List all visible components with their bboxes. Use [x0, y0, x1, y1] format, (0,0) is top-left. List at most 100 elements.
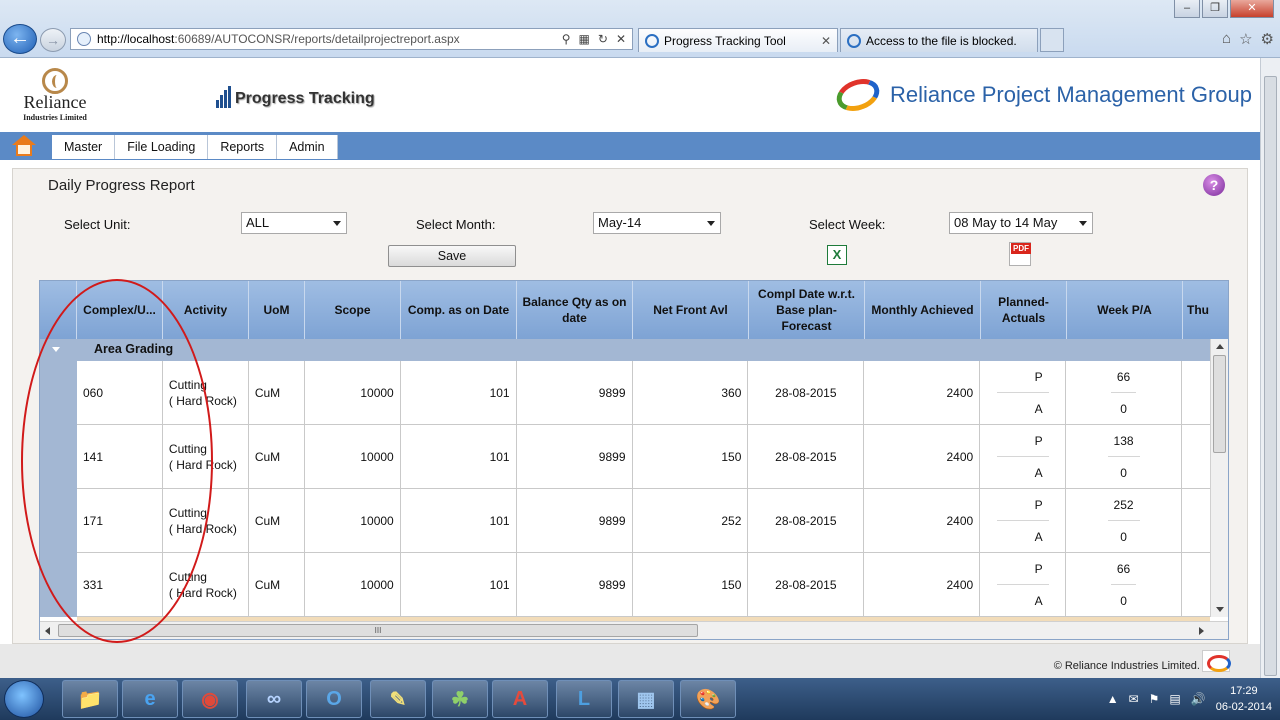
- cell-planned-actuals: P A: [980, 361, 1067, 424]
- show-hidden-icons[interactable]: ▲: [1107, 692, 1119, 706]
- menu-item-reports[interactable]: Reports: [208, 135, 278, 159]
- table-row[interactable]: 060 Cutting ( Hard Rock) CuM 10000 101 9…: [77, 361, 1210, 425]
- unit-select[interactable]: ALL: [241, 212, 347, 234]
- month-select-value: May-14: [598, 215, 642, 230]
- group-row[interactable]: Area Grading: [40, 339, 1210, 361]
- search-icon[interactable]: ⚲: [562, 32, 571, 46]
- cell-scope: 10000: [305, 553, 401, 616]
- scroll-down-icon[interactable]: [1216, 607, 1224, 612]
- scroll-thumb[interactable]: [1264, 76, 1277, 676]
- new-tab-button[interactable]: [1040, 28, 1064, 52]
- acrobat-icon[interactable]: A: [492, 680, 548, 718]
- page-vertical-scrollbar[interactable]: [1260, 58, 1280, 678]
- column-header[interactable]: Complex/U...: [77, 281, 163, 339]
- close-tab-icon[interactable]: ✕: [821, 34, 831, 48]
- table-row[interactable]: 171 Cutting ( Hard Rock) CuM 10000 101 9…: [77, 489, 1210, 553]
- group-indent: [40, 361, 77, 617]
- tab-progress-tracking[interactable]: Progress Tracking Tool ✕: [638, 28, 838, 52]
- forward-button[interactable]: →: [40, 28, 66, 52]
- help-icon[interactable]: ?: [1203, 174, 1225, 196]
- grid-horizontal-scrollbar[interactable]: III: [40, 621, 1228, 639]
- close-window-button[interactable]: ✕: [1230, 0, 1274, 18]
- column-header[interactable]: Compl Date w.r.t. Base plan-Forecast: [749, 281, 865, 339]
- frog-app-icon[interactable]: ☘: [432, 680, 488, 718]
- cell-comp: 101: [401, 489, 517, 552]
- grid-body: 060 Cutting ( Hard Rock) CuM 10000 101 9…: [40, 361, 1210, 617]
- column-header[interactable]: Monthly Achieved: [865, 281, 981, 339]
- cell-comp: 101: [401, 361, 517, 424]
- settings-gear-icon[interactable]: ⚙: [1261, 30, 1274, 48]
- chrome-icon[interactable]: ◉: [182, 680, 238, 718]
- outlook-tray-icon[interactable]: ✉: [1129, 692, 1139, 706]
- back-button[interactable]: ←: [3, 24, 37, 54]
- save-button[interactable]: Save: [388, 245, 516, 267]
- volume-icon[interactable]: 🔊: [1191, 692, 1206, 706]
- scroll-left-icon[interactable]: [45, 627, 50, 635]
- brand-text: Reliance Project Management Group: [890, 82, 1252, 107]
- scroll-right-icon[interactable]: [1199, 627, 1204, 635]
- reliance-logo-mark: [42, 68, 68, 94]
- menu-item-admin[interactable]: Admin: [277, 135, 338, 159]
- tab-label: Progress Tracking Tool: [664, 33, 786, 48]
- cell-planned-actuals: P A: [980, 553, 1067, 616]
- chart-app-icon[interactable]: ✎: [370, 680, 426, 718]
- windows-taskbar: 📁 e ◉ ∞ O ✎ ☘ A L ▦ 🎨 ▲ ✉ ⚑ ▤ 🔊 17:29 06…: [0, 678, 1280, 720]
- home-icon[interactable]: [12, 135, 36, 157]
- month-select[interactable]: May-14: [593, 212, 721, 234]
- cell-complex: 171: [77, 489, 163, 552]
- excel-export-icon[interactable]: X: [827, 245, 847, 265]
- report-panel: Daily Progress Report ? Select Unit: ALL…: [12, 168, 1248, 644]
- week-select[interactable]: 08 May to 14 May: [949, 212, 1093, 234]
- column-header[interactable]: Balance Qty as on date: [517, 281, 633, 339]
- column-header[interactable]: Scope: [305, 281, 401, 339]
- address-bar[interactable]: http://localhost:60689/AUTOCONSR/reports…: [70, 28, 633, 50]
- refresh-icon[interactable]: ↻: [598, 32, 608, 46]
- column-header[interactable]: Planned-Actuals: [981, 281, 1067, 339]
- favorites-star-icon[interactable]: ☆: [1239, 30, 1252, 48]
- date: 06-02-2014: [1215, 701, 1272, 713]
- column-header[interactable]: Net Front Avl: [633, 281, 749, 339]
- column-header[interactable]: Activity: [163, 281, 249, 339]
- restore-button[interactable]: ❐: [1202, 0, 1228, 18]
- column-header[interactable]: UoM: [249, 281, 305, 339]
- cell-week-pa: 66 0: [1066, 361, 1182, 424]
- internet-explorer-icon[interactable]: e: [122, 680, 178, 718]
- outlook-icon[interactable]: O: [306, 680, 362, 718]
- grid-vertical-scrollbar[interactable]: [1210, 339, 1228, 617]
- month-label: Select Month:: [416, 217, 496, 232]
- remote-desktop-icon[interactable]: ▦: [618, 680, 674, 718]
- stop-icon[interactable]: ✕: [616, 32, 626, 46]
- cell-balance: 9899: [517, 553, 633, 616]
- menu-item-file-loading[interactable]: File Loading: [115, 135, 209, 159]
- cell-scope: 10000: [305, 361, 401, 424]
- cell-week-pa: 252 0: [1066, 489, 1182, 552]
- menu-item-master[interactable]: Master: [52, 135, 116, 159]
- table-row[interactable]: 141 Cutting ( Hard Rock) CuM 10000 101 9…: [77, 425, 1210, 489]
- pdf-export-icon[interactable]: PDF: [1009, 242, 1031, 266]
- paint-icon[interactable]: 🎨: [680, 680, 736, 718]
- cell-activity: Cutting ( Hard Rock): [163, 489, 249, 552]
- minimize-button[interactable]: –: [1174, 0, 1200, 18]
- column-header[interactable]: Week P/A: [1067, 281, 1183, 339]
- start-button[interactable]: [4, 680, 44, 718]
- table-row[interactable]: 331 Cutting ( Hard Rock) CuM 10000 101 9…: [77, 553, 1210, 617]
- column-header[interactable]: Comp. as on Date: [401, 281, 517, 339]
- clock[interactable]: 17:29 06-02-2014: [1216, 683, 1272, 715]
- week-planned: 66: [1110, 553, 1137, 585]
- column-header[interactable]: Thu: [1183, 281, 1228, 339]
- scroll-thumb[interactable]: III: [58, 624, 698, 637]
- explorer-icon[interactable]: 📁: [62, 680, 118, 718]
- scroll-up-icon[interactable]: [1216, 344, 1224, 349]
- collapse-triangle-icon[interactable]: [52, 347, 60, 352]
- home-icon[interactable]: ⌂: [1222, 30, 1231, 48]
- lync-icon[interactable]: L: [556, 680, 612, 718]
- network-icon[interactable]: ▤: [1169, 692, 1180, 706]
- infinity-app-icon[interactable]: ∞: [246, 680, 302, 718]
- flag-icon[interactable]: ⚑: [1149, 692, 1160, 706]
- cell-activity: Cutting ( Hard Rock): [163, 553, 249, 616]
- cell-balance: 9899: [517, 489, 633, 552]
- compat-view-icon[interactable]: ▦: [579, 32, 590, 46]
- tab-access-blocked[interactable]: Access to the file is blocked.: [840, 28, 1038, 52]
- actual-label: A: [1034, 593, 1043, 608]
- scroll-thumb[interactable]: [1213, 355, 1226, 453]
